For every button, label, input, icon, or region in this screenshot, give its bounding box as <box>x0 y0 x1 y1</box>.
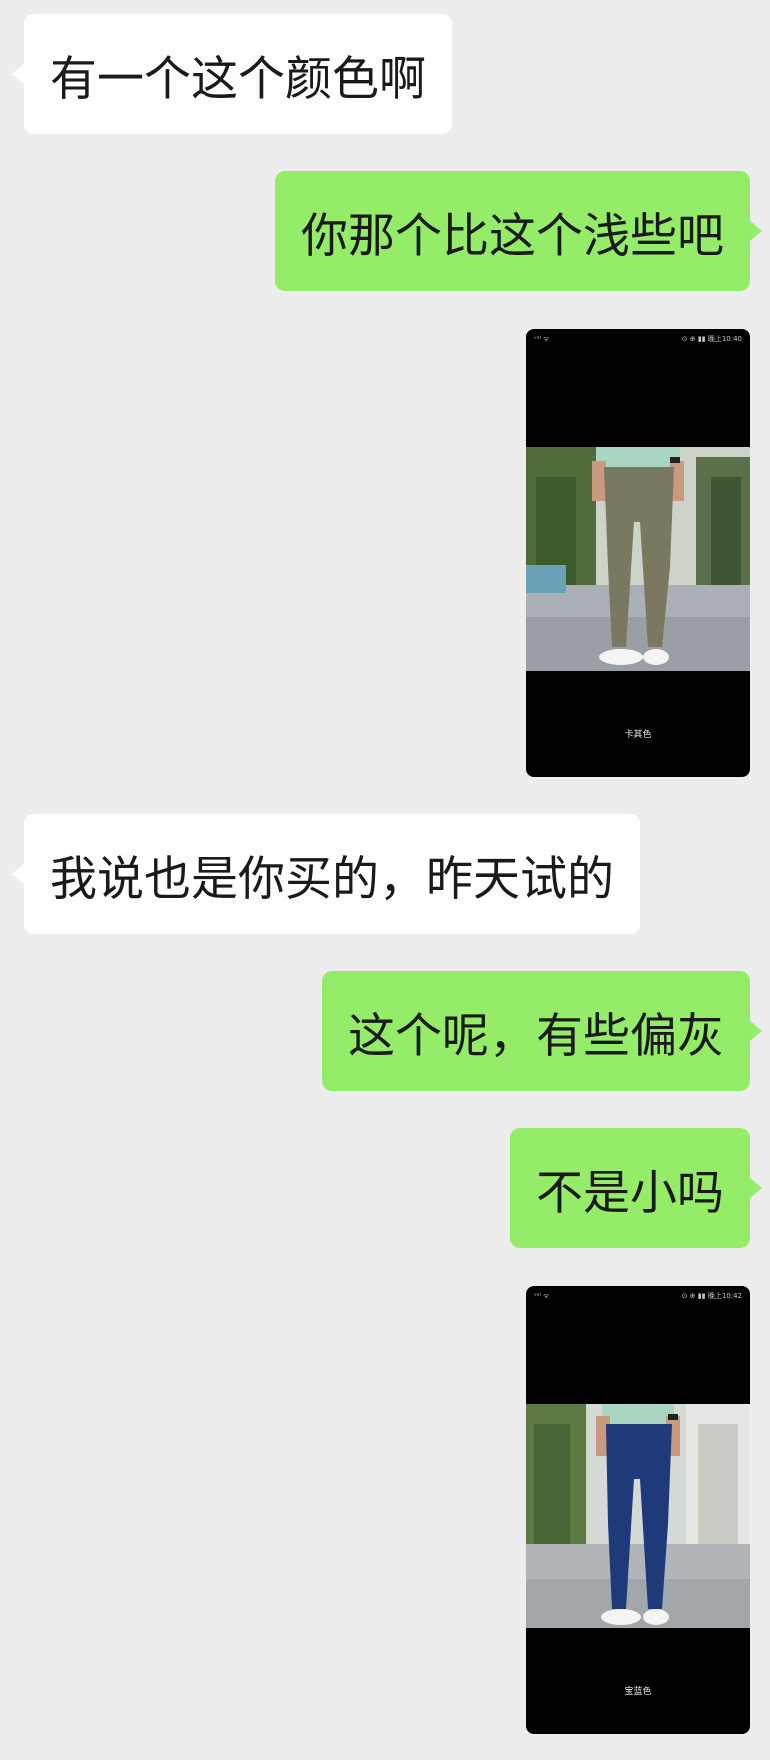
message-text: 这个呢，有些偏灰 <box>348 1008 724 1064</box>
incoming-text-message[interactable]: 我说也是你买的，昨天试的 <box>12 814 640 934</box>
bubble-tail <box>750 1021 762 1041</box>
outgoing-text-message[interactable]: 不是小吗 <box>510 1128 762 1248</box>
message-text: 你那个比这个浅些吧 <box>301 208 724 264</box>
outgoing-text-message[interactable]: 你那个比这个浅些吧 <box>275 171 762 291</box>
image-caption: 卡其色 <box>624 730 652 740</box>
signal-wifi-icon: ᵛᵃˡ ᯤ <box>534 1291 550 1300</box>
screenshot-status-bar: ᵛᵃˡ ᯤ ⊙ ⊕ ▮▮ 晚上10:42 <box>534 1290 742 1302</box>
bubble-tail <box>12 864 24 884</box>
incoming-text-message[interactable]: 有一个这个颜色啊 <box>12 14 452 134</box>
pants-photo-royal-blue <box>526 1404 750 1628</box>
outgoing-text-message[interactable]: 这个呢，有些偏灰 <box>322 971 762 1091</box>
bubble-tail <box>750 1178 762 1198</box>
screenshot-status-bar: ᵛᵃˡ ᯤ ⊙ ⊕ ▮▮ 晚上10:40 <box>534 333 742 345</box>
bubble-tail <box>12 64 24 84</box>
image-message-khaki[interactable]: ᵛᵃˡ ᯤ ⊙ ⊕ ▮▮ 晚上10:40 卡其色 <box>526 329 750 777</box>
signal-wifi-icon: ᵛᵃˡ ᯤ <box>534 334 550 343</box>
message-text: 有一个这个颜色啊 <box>50 51 426 107</box>
image-message-royal-blue[interactable]: ᵛᵃˡ ᯤ ⊙ ⊕ ▮▮ 晚上10:42 宝蓝色 <box>526 1286 750 1734</box>
image-caption: 宝蓝色 <box>624 1687 652 1697</box>
status-time: ⊙ ⊕ ▮▮ 晚上10:42 <box>681 1292 742 1300</box>
message-text: 不是小吗 <box>536 1165 724 1221</box>
status-time: ⊙ ⊕ ▮▮ 晚上10:40 <box>681 335 742 343</box>
message-text: 我说也是你买的，昨天试的 <box>50 851 614 907</box>
bubble-tail <box>750 221 762 241</box>
pants-photo-khaki <box>526 447 750 671</box>
